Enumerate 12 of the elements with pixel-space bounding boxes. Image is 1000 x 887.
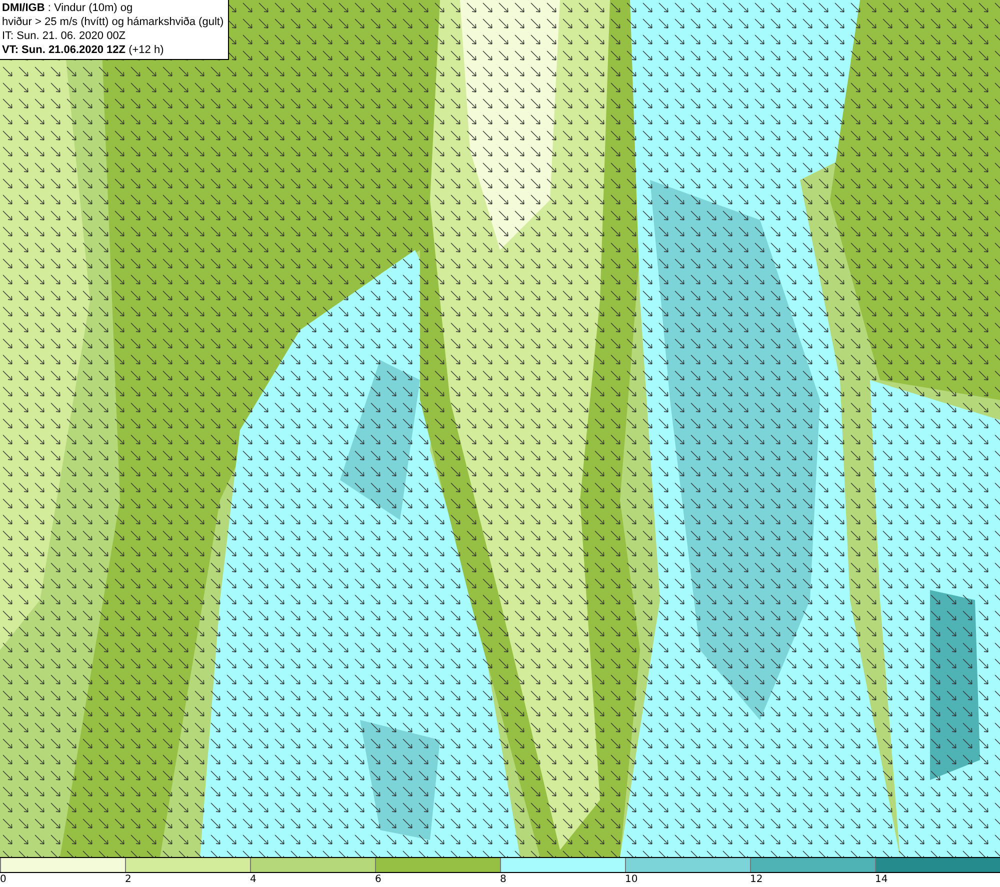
scale-label: 0 <box>0 873 6 887</box>
scale-label: 10 <box>625 873 638 887</box>
scale-label: 6 <box>375 873 382 887</box>
caption-line: DMI/IGB : Vindur (10m) og <box>2 1 134 15</box>
caption-line: hviður > 25 m/s (hvítt) og hámarkshviða (gult) <box>2 15 224 29</box>
scale-label: 4 <box>250 873 256 887</box>
scale-label: 2 <box>125 873 132 887</box>
scale-label: 14 <box>875 873 888 887</box>
scale-label: 12 <box>750 873 763 887</box>
caption-line: IT: Sun. 21. 06. 2020 00Z <box>2 29 127 43</box>
caption-line: VT: Sun. 21.06.2020 12Z (+12 h) <box>2 43 165 57</box>
scale-label: 8 <box>500 873 506 887</box>
